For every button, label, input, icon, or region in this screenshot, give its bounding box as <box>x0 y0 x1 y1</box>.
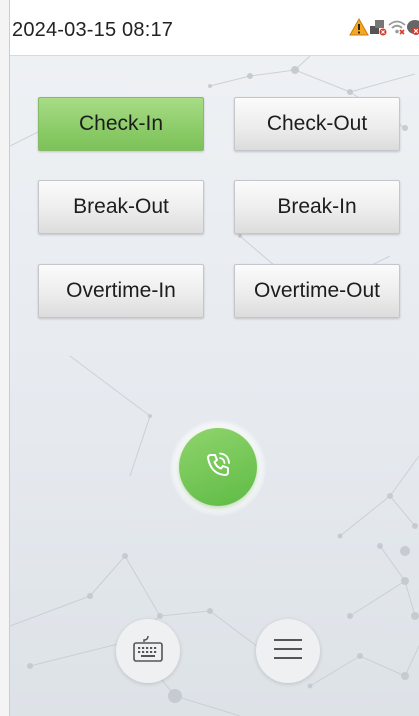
keyboard-icon <box>131 634 165 669</box>
wifi-disconnected-icon <box>387 18 407 41</box>
break-in-label: Break-In <box>277 195 357 218</box>
network-background <box>10 56 419 716</box>
check-out-label: Check-Out <box>266 112 368 135</box>
datetime-display: 2024-03-15 08:17 <box>12 19 174 41</box>
warning-icon <box>349 17 369 41</box>
overtime-in-button[interactable]: Overtime-In <box>38 264 204 318</box>
check-in-label: Check-In <box>78 112 164 135</box>
break-out-label: Break-Out <box>73 195 169 218</box>
cloud-disconnected-icon <box>407 18 419 41</box>
menu-icon <box>272 636 304 667</box>
network-pattern <box>10 56 419 716</box>
overtime-out-label: Overtime-Out <box>253 279 381 302</box>
overtime-out-button[interactable]: Overtime-Out <box>234 264 400 318</box>
overtime-in-label: Overtime-In <box>66 279 176 302</box>
status-bar: 2024-03-15 08:17 <box>10 0 419 56</box>
call-button[interactable] <box>179 428 257 506</box>
network-icon <box>369 18 387 41</box>
break-in-button[interactable]: Break-In <box>234 180 400 234</box>
break-out-button[interactable]: Break-Out <box>38 180 204 234</box>
status-icons <box>349 17 419 41</box>
check-out-button[interactable]: Check-Out <box>234 97 400 151</box>
check-in-button[interactable]: Check-In <box>38 97 204 151</box>
phone-call-icon <box>202 449 234 486</box>
menu-button[interactable] <box>256 619 320 683</box>
screen-bezel <box>0 0 10 716</box>
keyboard-button[interactable] <box>116 619 180 683</box>
attendance-screen: 2024-03-15 08:17 Check-In Check-Out Brea… <box>0 0 419 716</box>
